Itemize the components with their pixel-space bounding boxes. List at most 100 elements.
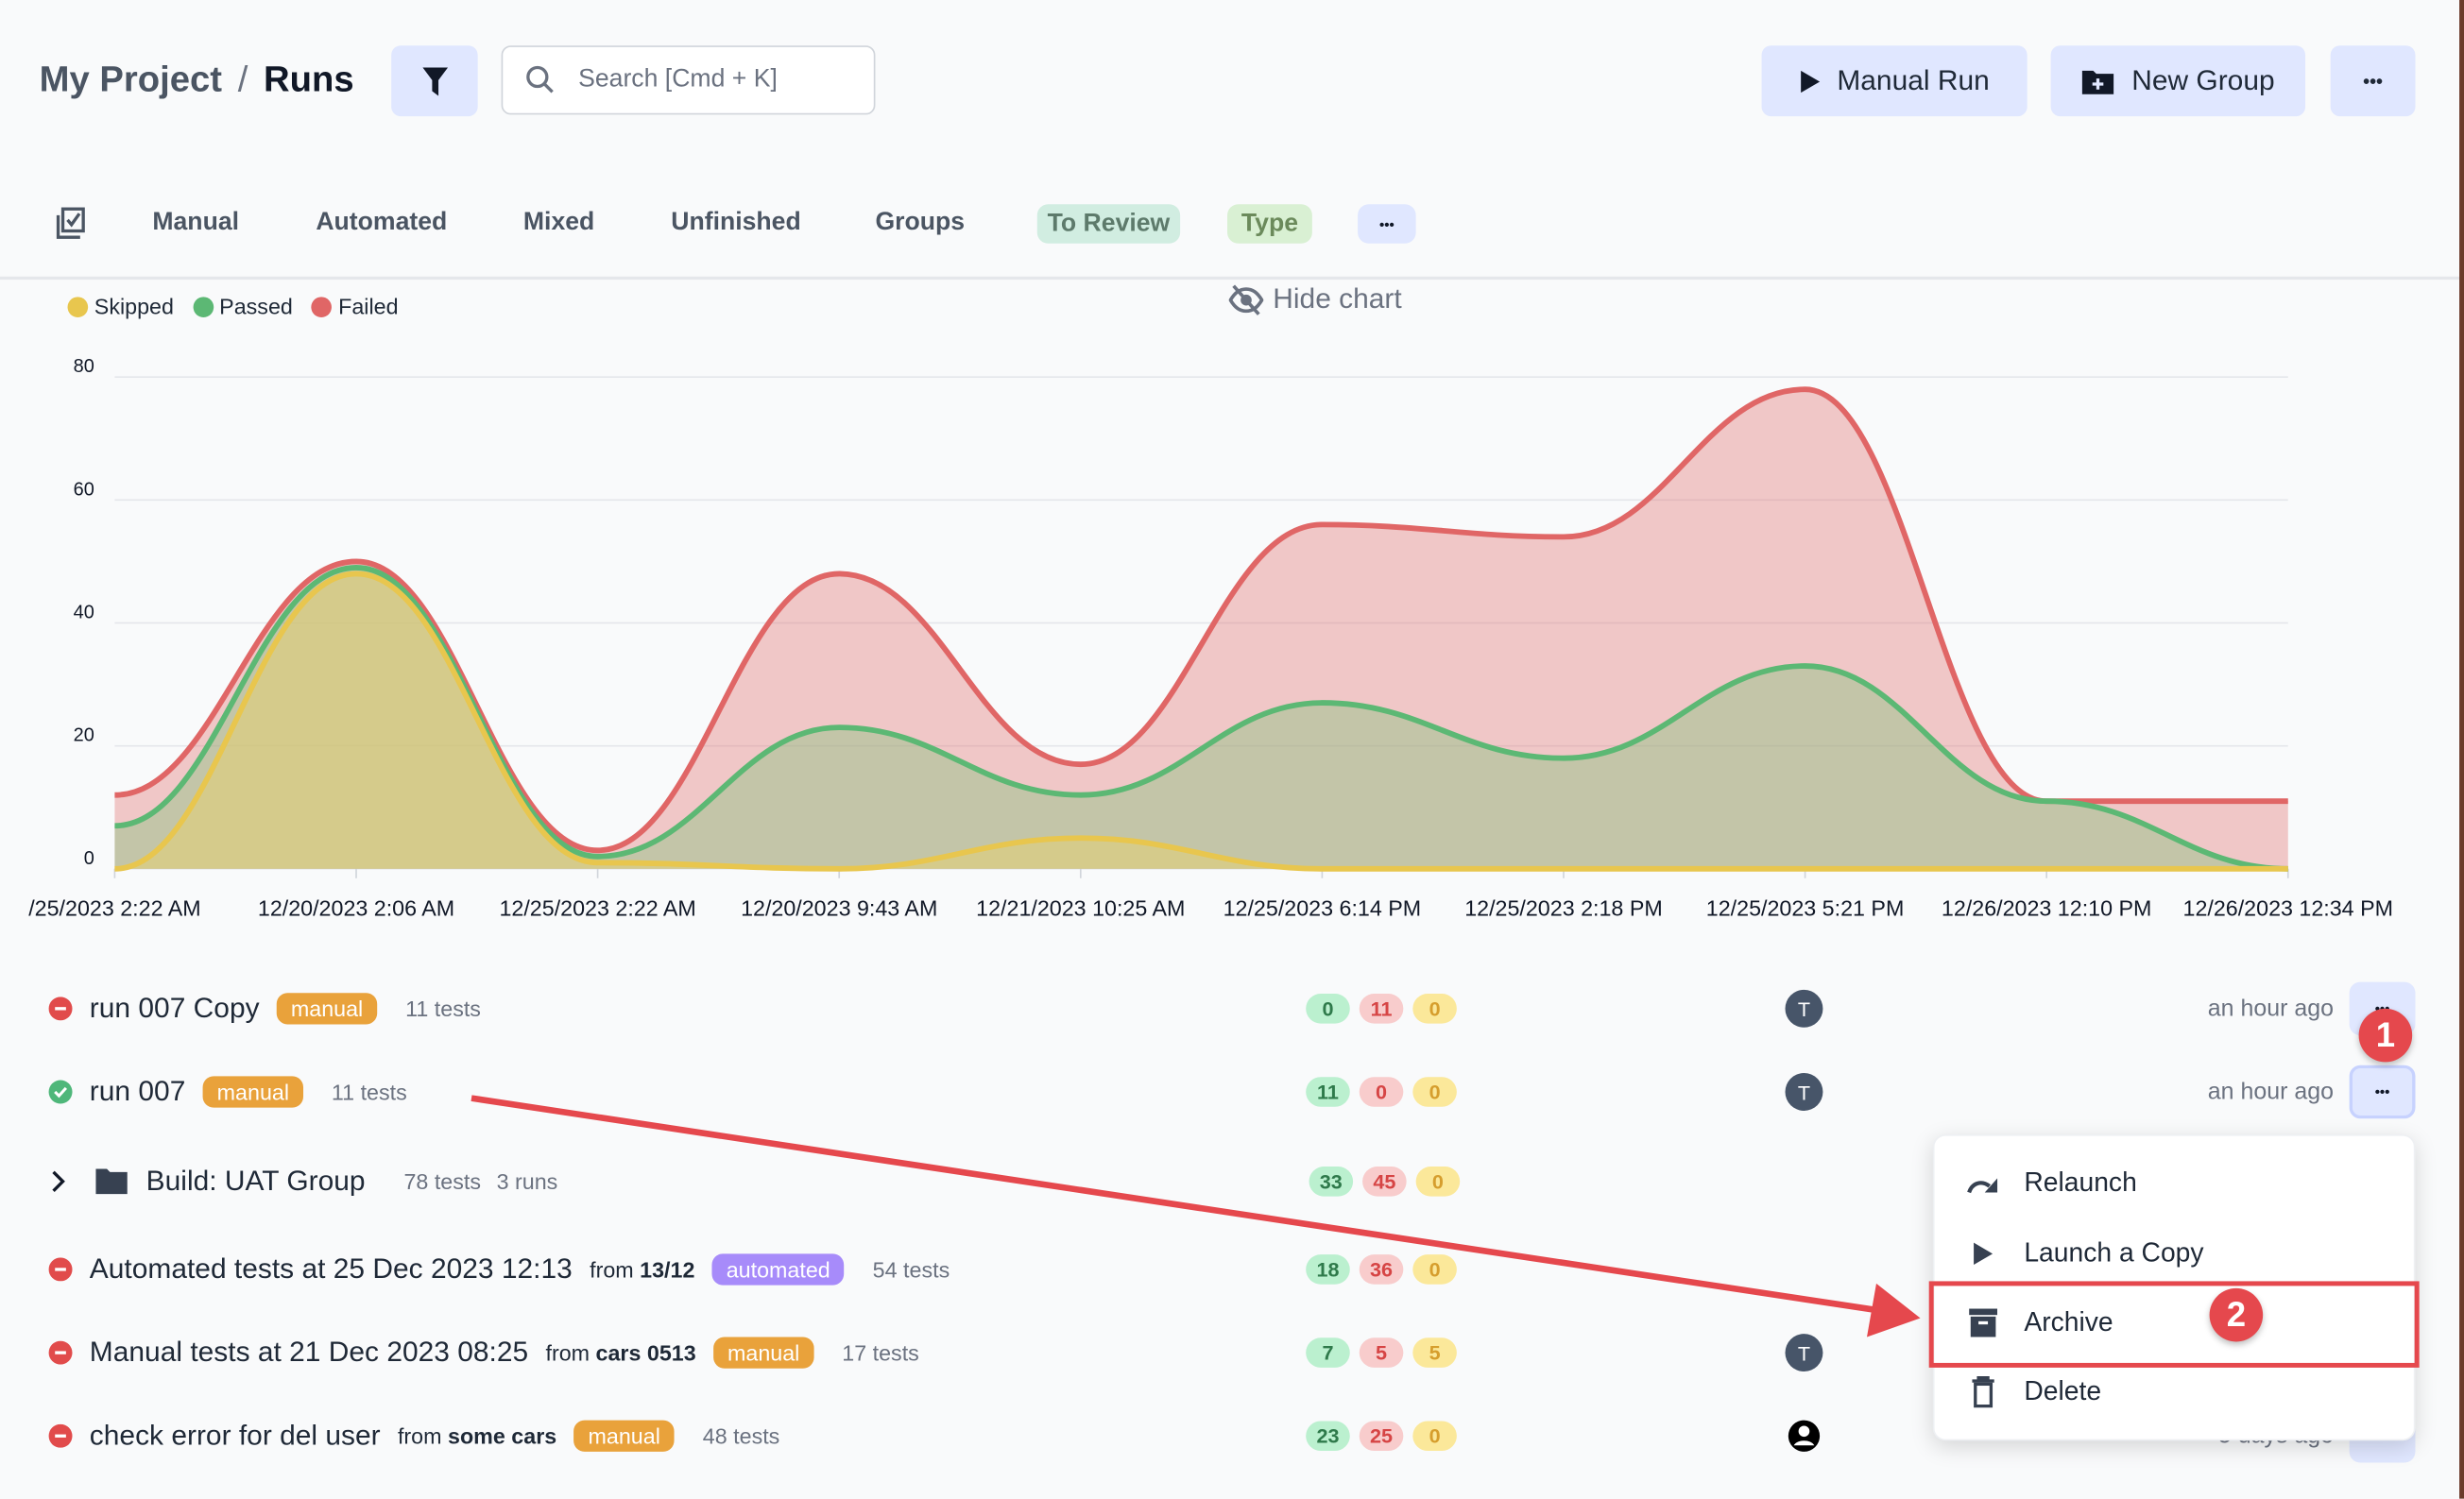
x-tick-label: 12/25/2023 2:22 AM xyxy=(499,896,695,921)
menu-item-launch-copy[interactable]: Launch a Copy xyxy=(1935,1222,2414,1286)
skipped-count: 0 xyxy=(1412,1254,1457,1285)
menu-item-relaunch[interactable]: Relaunch xyxy=(1935,1151,2414,1215)
avatar[interactable]: T xyxy=(1786,1334,1823,1371)
archive-icon xyxy=(1969,1309,1997,1337)
tests-count: 17 tests xyxy=(842,1340,919,1366)
failed-count: 25 xyxy=(1360,1421,1404,1451)
run-title[interactable]: run 007 Copy xyxy=(90,992,260,1025)
group-title[interactable]: Build: UAT Group xyxy=(146,1165,366,1198)
tests-count: 48 tests xyxy=(703,1423,780,1449)
redo-icon xyxy=(1966,1170,2001,1196)
run-row[interactable]: run 007 Copy manual 11 tests 0 11 0 Tan hou… xyxy=(0,978,2464,1041)
passed-count: 11 xyxy=(1306,1077,1350,1107)
run-row[interactable]: run 007 manual 11 tests 11 0 0 Tan hour ago… xyxy=(0,1061,2464,1124)
user-icon xyxy=(1787,1419,1822,1454)
run-type-badge: automated xyxy=(712,1253,845,1285)
x-tick-label: 12/26/2023 12:10 PM xyxy=(1942,896,2152,921)
expand-chevron-icon[interactable] xyxy=(50,1170,66,1192)
failed-count: 5 xyxy=(1360,1337,1404,1368)
result-counts: 18 36 0 xyxy=(1306,1254,1457,1285)
run-title[interactable]: check error for del user xyxy=(90,1420,381,1453)
run-title[interactable]: run 007 xyxy=(90,1076,186,1109)
from-label: from xyxy=(398,1423,442,1449)
failed-count: 11 xyxy=(1360,994,1404,1024)
tests-count: 11 tests xyxy=(332,1080,407,1105)
x-tick-label: 12/26/2023 12:34 PM xyxy=(2183,896,2394,921)
failed-status-icon xyxy=(49,996,73,1020)
menu-item-label: Archive xyxy=(2024,1307,2113,1338)
tests-count: 54 tests xyxy=(873,1257,950,1283)
run-type-badge: manual xyxy=(203,1076,303,1107)
x-tick-label: 12/25/2023 6:14 PM xyxy=(1223,896,1422,921)
runs-chart: 0 20 40 60 80/25/2023 2:22 AM 12/20/2023 2:06… xyxy=(0,0,2464,943)
play-icon xyxy=(1972,1241,1993,1267)
y-tick-label: 60 xyxy=(74,479,94,500)
failed-count: 45 xyxy=(1362,1167,1407,1197)
run-time: an hour ago xyxy=(2208,1079,2334,1105)
y-tick-label: 20 xyxy=(74,725,94,746)
passed-count: 18 xyxy=(1306,1254,1350,1285)
avatar[interactable]: T xyxy=(1786,990,1823,1028)
runs-page: My Project/Runs Manual Run New Group •••… xyxy=(0,0,2464,1499)
y-tick-label: 80 xyxy=(74,356,94,377)
skipped-count: 0 xyxy=(1412,1421,1457,1451)
skipped-count: 5 xyxy=(1412,1337,1457,1368)
runs-count: 3 runs xyxy=(497,1168,558,1194)
run-source: from cars 0513 xyxy=(545,1340,695,1366)
menu-item-label: Delete xyxy=(2024,1376,2101,1407)
window-edge xyxy=(2459,0,2464,1499)
folder-icon xyxy=(94,1167,129,1196)
annotation-step-2: 2 xyxy=(2210,1288,2264,1342)
result-counts: 23 25 0 xyxy=(1306,1421,1457,1451)
run-title[interactable]: Manual tests at 21 Dec 2023 08:25 xyxy=(90,1337,528,1370)
annotation-step-1: 1 xyxy=(2359,1009,2413,1063)
run-type-badge: manual xyxy=(574,1421,675,1452)
failed-status-icon xyxy=(49,1341,73,1365)
run-actions-menu: Relaunch Launch a Copy Archive Delete xyxy=(1933,1134,2416,1440)
x-tick-label: 12/21/2023 10:25 AM xyxy=(976,896,1185,921)
menu-item-archive[interactable]: Archive xyxy=(1935,1291,2414,1354)
passed-status-icon xyxy=(49,1081,73,1104)
skipped-count: 0 xyxy=(1412,994,1457,1024)
passed-count: 33 xyxy=(1309,1167,1354,1197)
menu-item-delete[interactable]: Delete xyxy=(1935,1360,2414,1423)
menu-item-label: Launch a Copy xyxy=(2024,1238,2203,1269)
run-time: an hour ago xyxy=(2208,996,2334,1022)
source-name[interactable]: some cars xyxy=(448,1423,556,1449)
passed-count: 7 xyxy=(1306,1337,1350,1368)
result-counts: 11 0 0 xyxy=(1306,1077,1457,1107)
from-label: from xyxy=(590,1257,634,1283)
avatar[interactable]: T xyxy=(1786,1073,1823,1111)
result-counts: 0 11 0 xyxy=(1306,994,1457,1024)
passed-count: 23 xyxy=(1306,1421,1350,1451)
x-tick-label: 12/25/2023 5:21 PM xyxy=(1706,896,1905,921)
row-more-button[interactable]: ••• xyxy=(2350,1065,2416,1119)
run-source: from 13/12 xyxy=(590,1257,694,1283)
x-tick-label: /25/2023 2:22 AM xyxy=(28,896,200,921)
run-title[interactable]: Automated tests at 25 Dec 2023 12:13 xyxy=(90,1252,573,1286)
failed-status-icon xyxy=(49,1424,73,1448)
menu-item-label: Relaunch xyxy=(2024,1167,2136,1199)
from-label: from xyxy=(545,1340,590,1366)
failed-status-icon xyxy=(49,1257,73,1281)
source-name[interactable]: 13/12 xyxy=(640,1257,694,1283)
failed-count: 0 xyxy=(1360,1077,1404,1107)
source-name[interactable]: cars 0513 xyxy=(596,1340,696,1366)
x-tick-label: 12/20/2023 9:43 AM xyxy=(741,896,937,921)
y-tick-label: 40 xyxy=(74,603,94,623)
run-source: from some cars xyxy=(398,1423,556,1449)
x-tick-label: 12/25/2023 2:18 PM xyxy=(1464,896,1663,921)
trash-icon xyxy=(1971,1376,1996,1407)
run-type-badge: manual xyxy=(277,993,377,1024)
passed-count: 0 xyxy=(1306,994,1350,1024)
x-tick-label: 12/20/2023 2:06 AM xyxy=(258,896,454,921)
tests-count: 11 tests xyxy=(405,996,481,1022)
skipped-count: 0 xyxy=(1416,1167,1461,1197)
run-type-badge: manual xyxy=(713,1337,813,1368)
y-tick-label: 0 xyxy=(84,848,94,869)
skipped-count: 0 xyxy=(1412,1077,1457,1107)
failed-count: 36 xyxy=(1360,1254,1404,1285)
tests-count: 78 tests xyxy=(403,1168,481,1194)
result-counts: 7 5 5 xyxy=(1306,1337,1457,1368)
result-counts: 33 45 0 xyxy=(1309,1167,1461,1197)
